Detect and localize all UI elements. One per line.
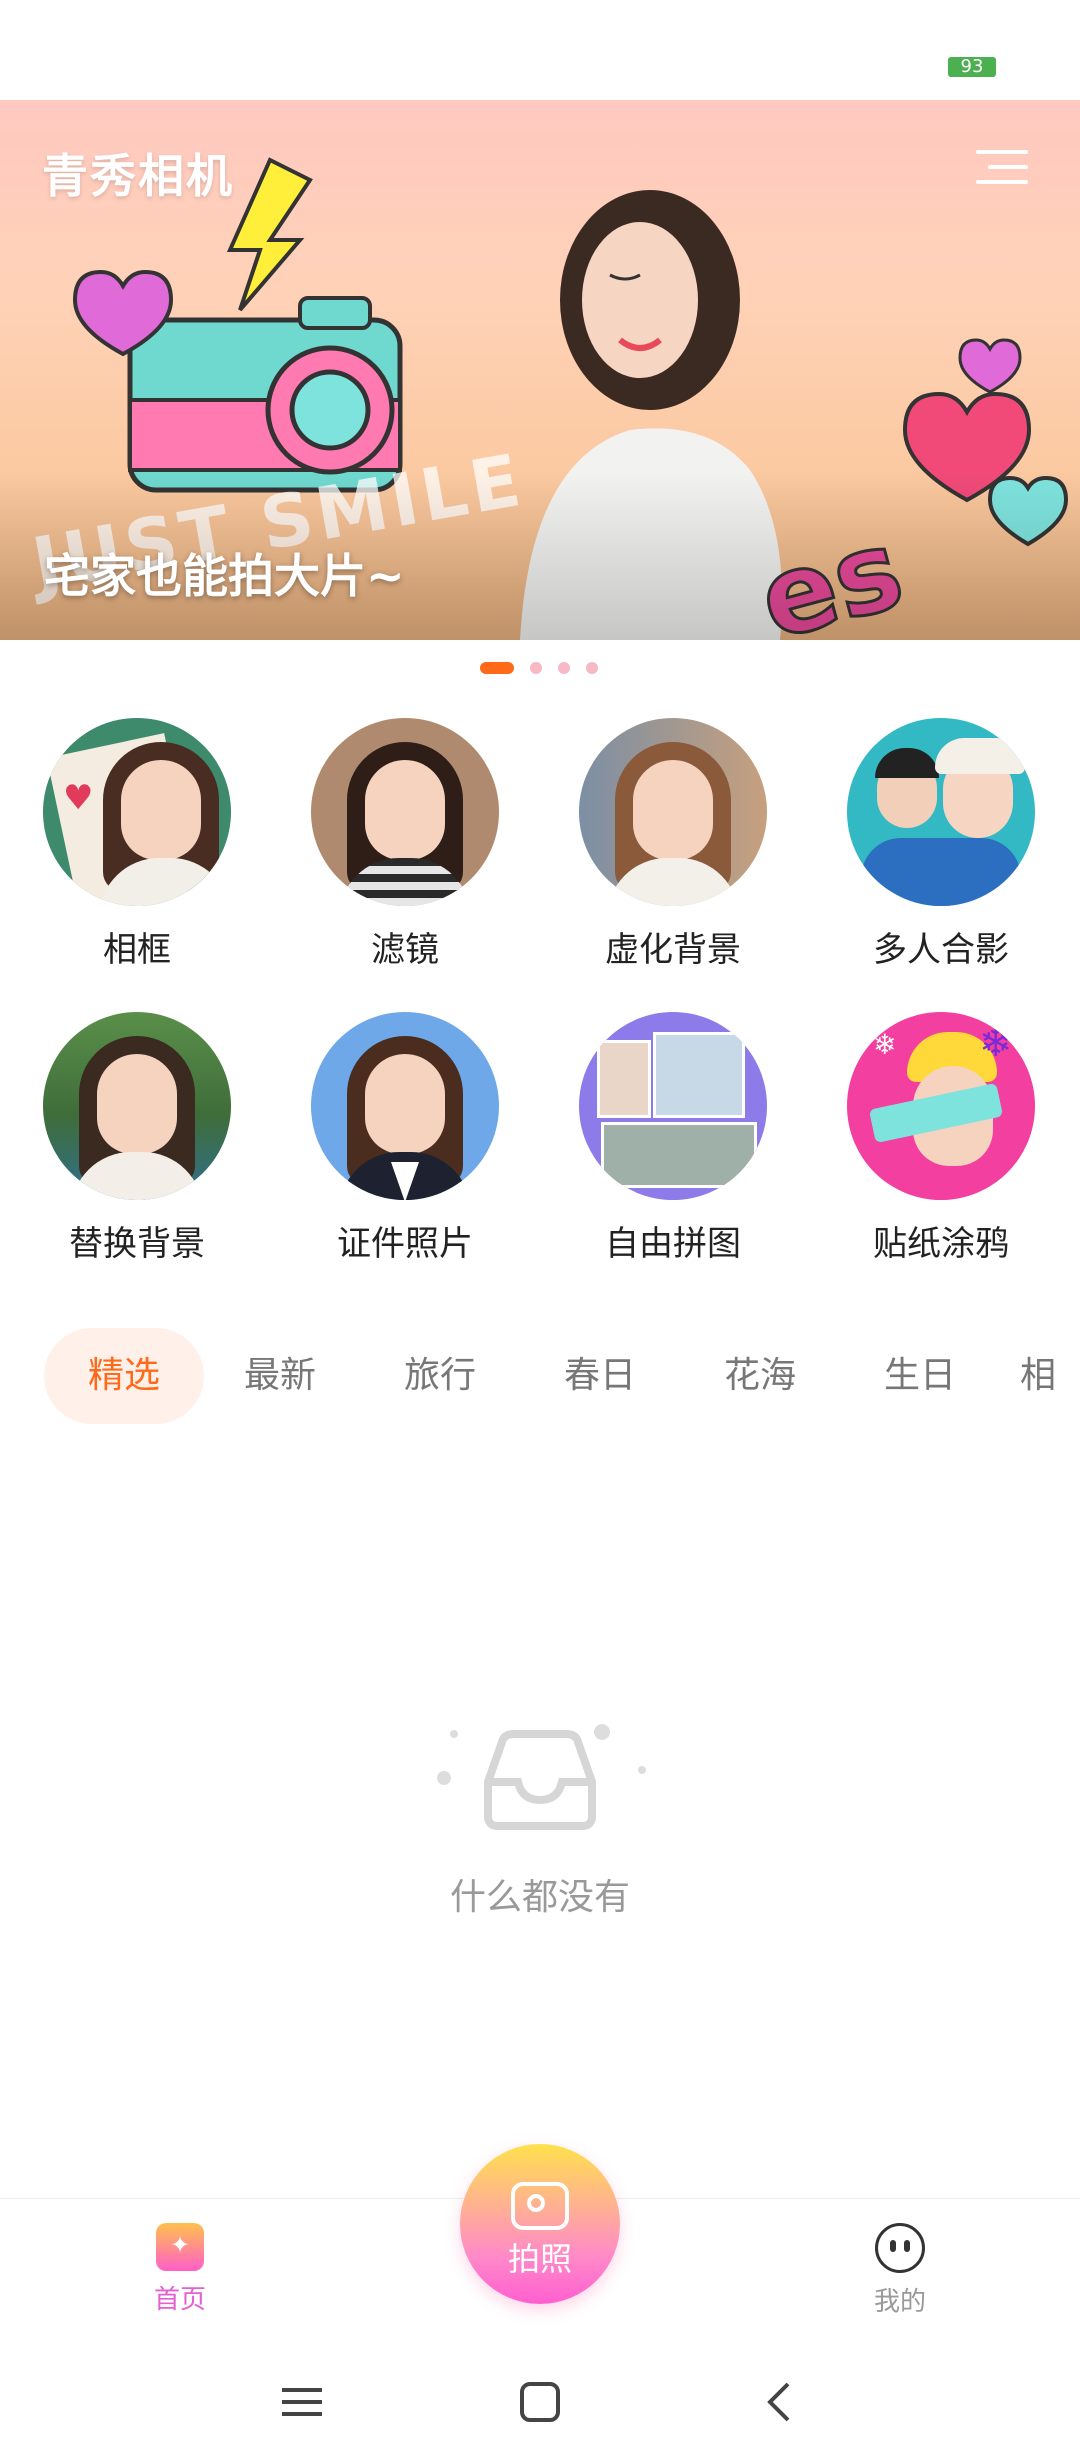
group-photo-icon xyxy=(847,718,1035,906)
status-bar: 93 xyxy=(0,0,1080,100)
menu-icon[interactable] xyxy=(976,144,1028,190)
collage-icon xyxy=(579,1012,767,1200)
feature-label: 多人合影 xyxy=(873,930,1009,970)
shoot-button[interactable]: 拍照 xyxy=(460,2144,620,2304)
feature-group-photo[interactable]: 多人合影 xyxy=(831,718,1051,971)
shoot-label: 拍照 xyxy=(507,2240,572,2278)
id-photo-icon xyxy=(311,1012,499,1200)
heart-icon xyxy=(958,338,1022,394)
recent-apps-icon[interactable] xyxy=(280,2380,324,2424)
home-icon xyxy=(156,2223,204,2271)
back-icon[interactable] xyxy=(758,2380,802,2424)
nav-me[interactable]: 我的 xyxy=(820,2223,980,2318)
tab-more[interactable]: 相 xyxy=(1020,1328,1080,1424)
feature-label: 相框 xyxy=(103,930,171,970)
feature-label: 替换背景 xyxy=(69,1224,205,1264)
feature-id-photo[interactable]: 证件照片 xyxy=(295,1012,515,1265)
empty-state-text: 什么都没有 xyxy=(449,1877,630,1918)
feature-sticker[interactable]: ❄ ❄ 贴纸涂鸦 xyxy=(831,1012,1051,1265)
feature-label: 虚化背景 xyxy=(605,930,741,970)
profile-face-icon xyxy=(875,2223,925,2273)
camera-icon xyxy=(511,2182,569,2230)
feature-replace-background[interactable]: 替换背景 xyxy=(27,1012,247,1265)
feature-filter[interactable]: 滤镜 xyxy=(295,718,515,971)
tab-flowers[interactable]: 花海 xyxy=(700,1328,820,1424)
blur-background-icon xyxy=(579,718,767,906)
nav-home-label: 首页 xyxy=(153,2285,206,2315)
feature-label: 证件照片 xyxy=(337,1224,473,1264)
camera-illustration-icon xyxy=(127,157,403,493)
app-title: 青秀相机 xyxy=(42,149,234,203)
carousel-dot-active xyxy=(480,662,514,674)
filter-icon xyxy=(311,718,499,906)
feature-frame[interactable]: ♥ 相框 xyxy=(27,718,247,971)
frame-icon: ♥ xyxy=(43,718,231,906)
tab-spring[interactable]: 春日 xyxy=(540,1328,660,1424)
tab-travel[interactable]: 旅行 xyxy=(380,1328,500,1424)
battery-indicator: 93 xyxy=(948,57,996,77)
replace-background-icon xyxy=(43,1012,231,1200)
tab-birthday[interactable]: 生日 xyxy=(860,1328,980,1424)
carousel-dot xyxy=(530,662,542,674)
feature-label: 自由拼图 xyxy=(605,1224,741,1264)
home-square-icon[interactable] xyxy=(518,2380,562,2424)
banner-carousel[interactable]: es JUST SMILE 青秀相机 宅家也能拍大片~ xyxy=(0,100,1080,640)
tab-featured[interactable]: 精选 xyxy=(44,1328,204,1424)
category-tabs: 精选 最新 旅行 春日 花海 生日 相 xyxy=(0,1328,1080,1424)
system-nav-bar xyxy=(0,2350,1080,2460)
feature-collage[interactable]: 自由拼图 xyxy=(563,1012,783,1265)
nav-me-label: 我的 xyxy=(873,2287,926,2317)
carousel-dot xyxy=(586,662,598,674)
empty-inbox-icon xyxy=(437,1724,646,1830)
sticker-icon: ❄ ❄ xyxy=(847,1012,1035,1200)
nav-home[interactable]: 首页 xyxy=(100,2223,260,2316)
tab-latest[interactable]: 最新 xyxy=(220,1328,340,1424)
feature-label: 滤镜 xyxy=(371,930,439,970)
feature-blur-background[interactable]: 虚化背景 xyxy=(563,718,783,971)
carousel-dot xyxy=(558,662,570,674)
feature-label: 贴纸涂鸦 xyxy=(873,1224,1009,1264)
banner-caption: 宅家也能拍大片~ xyxy=(44,549,405,603)
